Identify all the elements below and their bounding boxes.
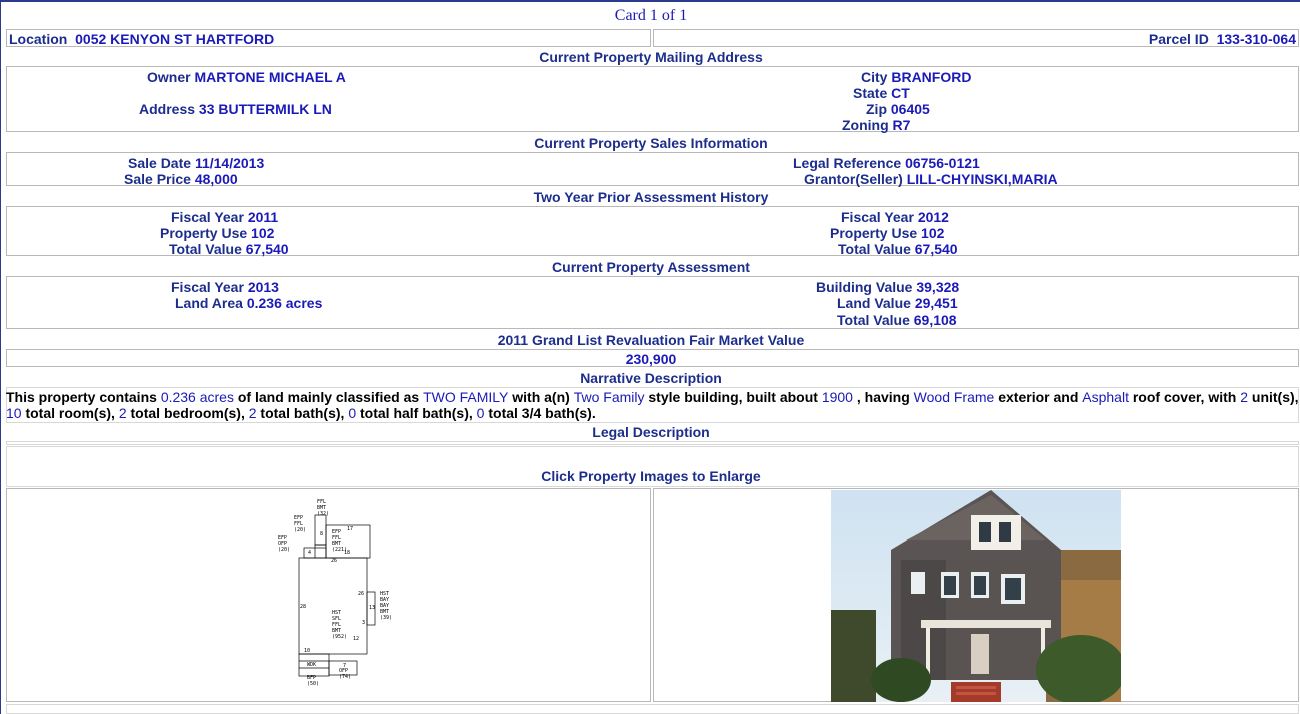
grantor-value: LILL-CHYINSKI,MARIA [906,171,1058,187]
location-value: 0052 KENYON ST HARTFORD [75,31,275,47]
grantor-field: Grantor(Seller) LILL-CHYINSKI,MARIA [804,171,1058,187]
svg-text:4: 4 [308,550,311,556]
svg-text:18: 18 [344,550,350,556]
revaluation-value: 230,900 [625,351,677,367]
sales-header: Current Property Sales Information [534,135,768,151]
owner-value: MARTONE MICHAEL A [194,69,346,85]
property-card: Card 1 of 1 Location 0052 KENYON ST HART… [0,0,1300,714]
state-field: State CT [853,85,910,101]
parcel-label: Parcel ID [1148,31,1209,47]
svg-text:8: 8 [320,531,323,537]
zip-value: 06405 [890,101,930,117]
zip-field: Zip 06405 [866,101,930,117]
svg-text:(952): (952) [332,634,347,640]
location-label: Location [9,31,68,47]
svg-text:(20): (20) [278,547,290,553]
revaluation-header: 2011 Grand List Revaluation Fair Market … [497,332,805,348]
parcel-value: 133-310-064 [1216,31,1296,47]
legal-reference-field: Legal Reference 06756-0121 [793,155,980,171]
mailing-header: Current Property Mailing Address [539,49,763,65]
svg-text:17: 17 [347,526,353,532]
current-fy-field: Fiscal Year 2013 [171,279,279,295]
prior-fy-right: Fiscal Year 2012 [841,209,949,225]
svg-text:(32): (32) [317,511,329,517]
sale-date-value: 11/14/2013 [194,155,265,171]
building-sketch[interactable]: FFL BMT (32) EFP FFL (20) EFP OFP (20) E… [7,489,652,703]
zoning-field: Zoning R7 [842,117,911,133]
legal-description-box [6,441,1299,445]
photo-cell[interactable] [653,488,1299,702]
narrative-header: Narrative Description [580,370,722,386]
location-cell: Location 0052 KENYON ST HARTFORD [6,29,651,47]
svg-text:13: 13 [369,605,375,611]
prior-use-left: Property Use 102 [160,225,275,241]
parcel-cell: Parcel ID 133-310-064 [653,29,1299,47]
svg-text:12: 12 [353,636,359,642]
svg-text:10: 10 [304,648,310,654]
narrative-text: This property contains 0.236 acres of la… [6,389,1299,421]
land-value-field: Land Value 29,451 [837,295,958,311]
svg-text:WDK: WDK [307,662,316,668]
prior-use-right: Property Use 102 [830,225,945,241]
svg-text:7: 7 [343,663,346,669]
address-value: 33 BUTTERMILK LN [198,101,332,117]
sale-price-value: 48,000 [194,171,238,187]
legal-description-header: Legal Description [592,424,710,440]
svg-text:(50): (50) [307,681,319,687]
svg-text:26: 26 [331,558,337,564]
images-header: Click Property Images to Enlarge [541,468,761,484]
building-value-field: Building Value 39,328 [816,279,960,295]
city-value: BRANFORD [891,69,972,85]
card-title: Card 1 of 1 [1,0,1300,28]
current-assessment-header: Current Property Assessment [552,259,750,275]
address-field: Address 33 BUTTERMILK LN [139,101,332,117]
prior-total-right: Total Value 67,540 [838,241,958,257]
svg-text:(39): (39) [380,615,392,621]
city-field: City BRANFORD [861,69,972,85]
prior-fy-left: Fiscal Year 2011 [171,209,279,225]
svg-text:28: 28 [300,604,306,610]
zoning-value: R7 [892,117,911,133]
svg-text:(74): (74) [339,674,351,680]
sale-date-field: Sale Date 11/14/2013 [128,155,265,171]
legal-reference-value: 06756-0121 [905,155,980,171]
state-value: CT [891,85,910,101]
house-photo[interactable] [831,490,1121,702]
svg-text:(20): (20) [294,527,306,533]
prior-assessment-header: Two Year Prior Assessment History [533,189,769,205]
total-value-field: Total Value 69,108 [837,312,957,328]
sketch-cell[interactable]: FFL BMT (32) EFP FFL (20) EFP OFP (20) E… [6,488,651,702]
prior-total-left: Total Value 67,540 [169,241,289,257]
svg-text:26: 26 [358,591,364,597]
svg-text:3: 3 [362,620,365,626]
sale-price-field: Sale Price 48,000 [124,171,238,187]
bottom-row [6,704,1299,714]
land-area-field: Land Area 0.236 acres [175,295,323,311]
owner-field: Owner MARTONE MICHAEL A [147,69,346,85]
